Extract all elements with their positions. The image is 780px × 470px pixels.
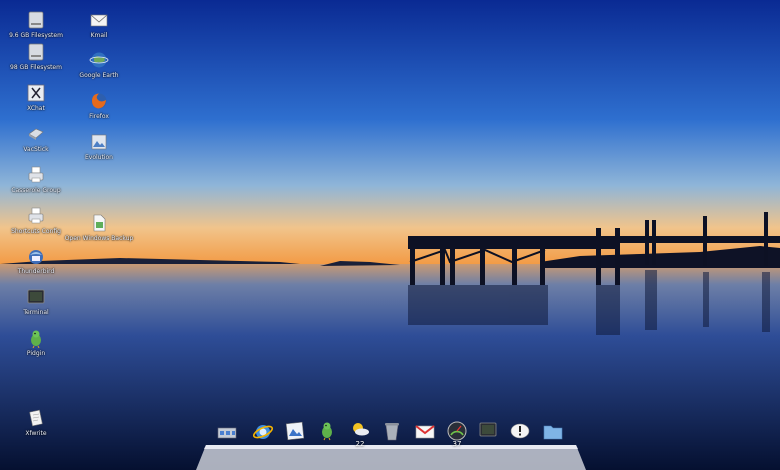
printer-icon bbox=[28, 207, 44, 224]
desktop-icon-thunderbird[interactable]: Thunderbird bbox=[1, 246, 71, 275]
desktop-icon-open-windows-backup[interactable]: Open Windows Backup bbox=[64, 213, 134, 242]
weather-icon bbox=[353, 423, 369, 436]
desktop-icon-xfwrite[interactable]: Xfwrite bbox=[1, 408, 71, 437]
xchat-icon bbox=[27, 84, 45, 102]
desktop-icon-xchat[interactable]: XChat bbox=[1, 83, 71, 112]
usb-drive-icon bbox=[28, 128, 44, 140]
desktop-icon-label: 98 GB Filesystem bbox=[10, 64, 62, 71]
dock-item-photos[interactable] bbox=[281, 420, 309, 450]
desktop-icon-terminal[interactable]: Terminal bbox=[1, 287, 71, 316]
desktop-icon-label: Casserole Group bbox=[11, 187, 61, 194]
desktop-icon-label: 9.6 GB Filesystem bbox=[9, 32, 63, 39]
document-icon bbox=[93, 214, 106, 232]
terminal-icon bbox=[27, 289, 45, 304]
text-editor-icon bbox=[29, 409, 43, 427]
desktop-icon-label: Firefox bbox=[89, 113, 109, 120]
gauge-icon bbox=[447, 421, 467, 441]
desktop-icon-evolution[interactable]: Evolution bbox=[64, 132, 134, 161]
printer-icon bbox=[28, 166, 44, 183]
desktop-icon-firefox[interactable]: Firefox bbox=[64, 91, 134, 120]
desktop-icon-label: Xfwrite bbox=[25, 430, 47, 437]
dock-item-network[interactable] bbox=[213, 420, 241, 450]
alert-icon bbox=[510, 423, 530, 439]
google-earth-icon bbox=[89, 52, 109, 68]
trash-icon bbox=[385, 423, 399, 441]
dock-item-notifications[interactable] bbox=[506, 420, 534, 450]
pidgin-icon bbox=[31, 330, 41, 348]
image-viewer-icon bbox=[91, 134, 107, 150]
internet-explorer-icon bbox=[252, 425, 274, 439]
pidgin-icon bbox=[322, 422, 332, 441]
desktop-icon-label: Kmail bbox=[90, 32, 108, 39]
dock-item-pidgin[interactable] bbox=[314, 420, 342, 450]
dock-item-files[interactable] bbox=[539, 420, 567, 450]
desktop-icon-google-earth[interactable]: Google Earth bbox=[64, 50, 134, 79]
dock-item-speedometer[interactable]: 37 bbox=[443, 420, 471, 450]
desktop-icon-label: Google Earth bbox=[79, 72, 119, 79]
thunderbird-icon bbox=[29, 250, 43, 264]
drive-icon bbox=[28, 43, 44, 61]
terminal-icon bbox=[479, 422, 497, 437]
dock-item-weather[interactable]: 22 bbox=[346, 420, 374, 450]
desktop-icon-label: Pidgin bbox=[26, 350, 46, 357]
desktop-icon-label: Terminal bbox=[23, 309, 49, 316]
desktop-icon-shortcuts-config[interactable]: Shortcuts Config bbox=[1, 206, 71, 235]
folder-icon bbox=[543, 425, 563, 440]
gmail-icon bbox=[415, 425, 435, 439]
dock-badge: 22 bbox=[355, 440, 365, 448]
photo-viewer-icon bbox=[285, 421, 305, 441]
desktop-icon-kmail[interactable]: Kmail bbox=[64, 10, 134, 39]
desktop-icon-label: XChat bbox=[27, 105, 45, 112]
dock-item-terminal[interactable] bbox=[475, 420, 503, 450]
desktop-icon-label: Open Windows Backup bbox=[64, 235, 134, 242]
desktop-icon-casserole-group[interactable]: Casserole Group bbox=[1, 165, 71, 194]
network-icon bbox=[217, 427, 237, 439]
dock-badge: 37 bbox=[452, 440, 462, 448]
drive-icon bbox=[28, 11, 44, 29]
mail-icon bbox=[90, 14, 108, 27]
dock-item-trash[interactable] bbox=[378, 420, 406, 450]
desktop-icon-label: Shortcuts Config bbox=[11, 228, 61, 235]
desktop-icon-pidgin[interactable]: Pidgin bbox=[1, 328, 71, 357]
desktop-icon-label: VacStick bbox=[23, 146, 49, 153]
desktop-icon-9-6-gb-filesystem[interactable]: 9.6 GB Filesystem bbox=[1, 10, 71, 39]
desktop-icon-label: Evolution bbox=[85, 154, 113, 161]
desktop-icon-vacstick[interactable]: VacStick bbox=[1, 124, 71, 153]
dock-item-gmail[interactable] bbox=[411, 420, 439, 450]
firefox-icon bbox=[91, 93, 107, 109]
desktop-icon-label: Thunderbird bbox=[17, 268, 55, 275]
desktop-icon-98-gb-filesystem[interactable]: 98 GB Filesystem bbox=[1, 42, 71, 71]
dock-item-browser[interactable] bbox=[249, 420, 277, 450]
